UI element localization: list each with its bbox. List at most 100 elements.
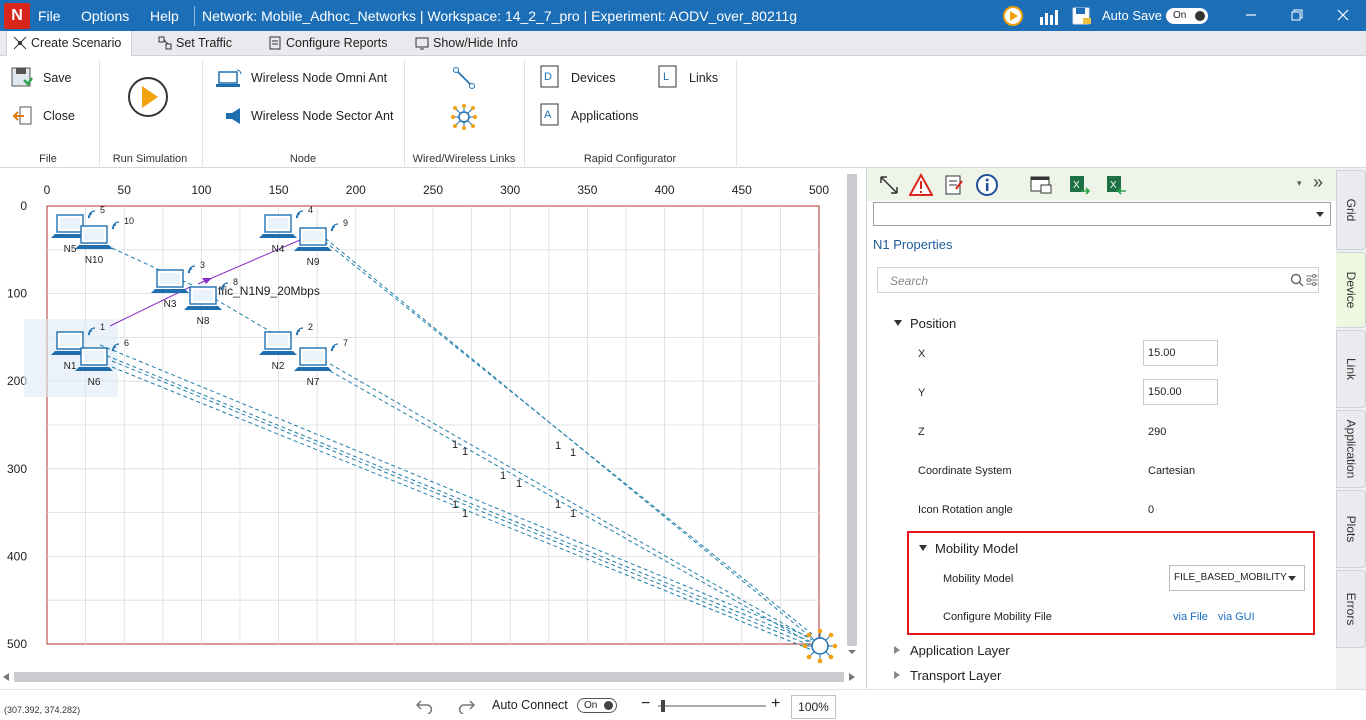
position-header[interactable]: Position [910,316,956,331]
mobility-model-header[interactable]: Mobility Model [935,541,1018,556]
save-db-icon[interactable] [1071,5,1093,27]
undo-icon[interactable] [415,698,437,714]
mobility-model-select[interactable]: FILE_BASED_MOBILITY [1169,565,1305,591]
x-tick-label: 0 [44,183,51,197]
devices-button[interactable]: Devices [571,71,615,85]
auto-save-toggle[interactable]: On [1166,8,1208,24]
menu-help[interactable]: Help [150,8,179,24]
window-icon[interactable] [1029,173,1053,197]
x-field[interactable]: 15.00 [1143,340,1218,366]
side-tab-device[interactable]: Device [1336,252,1366,328]
via-file-link[interactable]: via File [1173,611,1208,623]
node-badge: 1 [100,322,105,332]
expand-application-layer-icon[interactable] [894,646,900,654]
zoom-in-button[interactable]: + [771,695,780,713]
resize-icon[interactable] [877,173,901,197]
zoom-out-button[interactable]: − [641,695,650,713]
expand-transport-layer-icon[interactable] [894,671,900,679]
tab-set-traffic[interactable]: Set Traffic [152,31,232,56]
info-icon[interactable] [975,173,999,197]
panel-overflow-button[interactable]: » [1313,172,1323,193]
filter-settings-icon[interactable] [1306,274,1318,286]
search-input[interactable]: Search [877,267,1319,293]
tab-create-scenario[interactable]: Create Scenario [6,31,132,56]
applications-button[interactable]: Applications [571,109,638,123]
side-tab-link[interactable]: Link [1336,330,1366,408]
close-icon[interactable] [1337,9,1349,21]
collapse-position-icon[interactable] [894,320,902,326]
wireless-node-sector-button[interactable]: Wireless Node Sector Ant [251,109,393,123]
links-config-icon[interactable]: L [658,65,678,89]
group-label-node: Node [289,153,317,165]
run-icon[interactable] [1002,5,1024,27]
status-bar: (307.392, 374.282) Auto Connect On − + 1… [0,689,1366,720]
links-button[interactable]: Links [689,71,718,85]
network-canvas[interactable]: 0 50 100 150 200 250 300 350 400 450 500 0 100 200 30… [0,168,866,689]
x-tick-label: 300 [500,183,520,197]
side-tab-errors[interactable]: Errors [1336,570,1366,648]
link-mark: 1 [555,499,561,511]
node-badge: 6 [124,338,129,348]
application-layer-header[interactable]: Application Layer [910,643,1010,658]
wireless-node-omni-button[interactable]: Wireless Node Omni Ant [251,71,387,85]
auto-connect-toggle[interactable]: On [577,698,617,713]
laptop-icon [74,347,114,372]
node-badge: 4 [308,205,313,215]
side-tab-grid[interactable]: Grid [1336,170,1366,250]
transport-layer-header[interactable]: Transport Layer [910,668,1001,683]
applications-icon[interactable]: A [540,103,560,127]
wireless-link-icon[interactable] [450,104,478,130]
close-button[interactable]: Close [43,109,75,123]
wireless-omni-icon[interactable] [215,66,243,90]
close-file-icon[interactable] [12,105,34,127]
tab-show-hide-info[interactable]: Show/Hide Info [409,31,518,56]
devices-icon[interactable]: D [540,65,560,89]
icon-rotation-value: 0 [1148,504,1155,516]
tab-label: Configure Reports [286,36,388,50]
excel-import-icon[interactable]: X [1104,173,1128,197]
restore-icon[interactable] [1291,9,1303,21]
device-selector[interactable] [873,202,1331,226]
node-badge: 2 [308,322,313,332]
svg-text:A: A [544,109,552,121]
grid-canvas[interactable]: 0 50 100 150 200 250 300 350 400 450 500 010020030… [0,168,866,689]
notes-icon[interactable] [942,173,966,197]
side-tab-plots[interactable]: Plots [1336,490,1366,568]
menu-options[interactable]: Options [81,8,129,24]
excel-export-icon[interactable]: X [1067,173,1091,197]
save-button[interactable]: Save [43,71,72,85]
menu-file[interactable]: File [38,8,61,24]
wireless-sector-icon[interactable] [222,106,244,126]
run-simulation-icon[interactable] [127,76,169,118]
dropdown-small-icon[interactable]: ▾ [1297,178,1302,189]
svg-text:X: X [1110,180,1117,191]
horizontal-scrollbar[interactable] [0,671,860,683]
run-simulation-button[interactable]: Run Simulation [100,153,200,165]
via-gui-link[interactable]: via GUI [1218,611,1255,623]
minimize-icon[interactable] [1245,9,1257,21]
collapse-mobility-icon[interactable] [919,545,927,551]
node-label: N6 [88,377,101,388]
y-field[interactable]: 150.00 [1143,379,1218,405]
zoom-level[interactable]: 100% [791,695,836,719]
laptop-icon [74,225,114,250]
tab-configure-reports[interactable]: Configure Reports [262,31,387,56]
side-tab-application[interactable]: Application [1336,410,1366,488]
group-label-file: File [39,153,57,165]
search-icon[interactable] [1290,273,1304,287]
wired-link-icon[interactable] [452,67,476,89]
chevron-down-icon [1316,212,1324,217]
mobility-model-label: Mobility Model [943,573,1014,585]
redo-icon[interactable] [454,698,476,714]
laptop-icon [258,331,298,356]
access-point-icon[interactable] [802,628,838,664]
panel-toolbar: X X ▾ » [867,168,1337,201]
warning-icon[interactable] [909,173,933,197]
plots-icon[interactable] [1037,5,1059,27]
x-tick-label: 50 [118,183,132,197]
save-icon[interactable] [10,66,34,90]
vertical-scrollbar[interactable] [845,174,857,654]
ribbon: Save Close File Run Simulation Wireless … [0,56,1366,168]
zoom-slider[interactable] [658,699,766,713]
info-display-icon [415,37,429,50]
